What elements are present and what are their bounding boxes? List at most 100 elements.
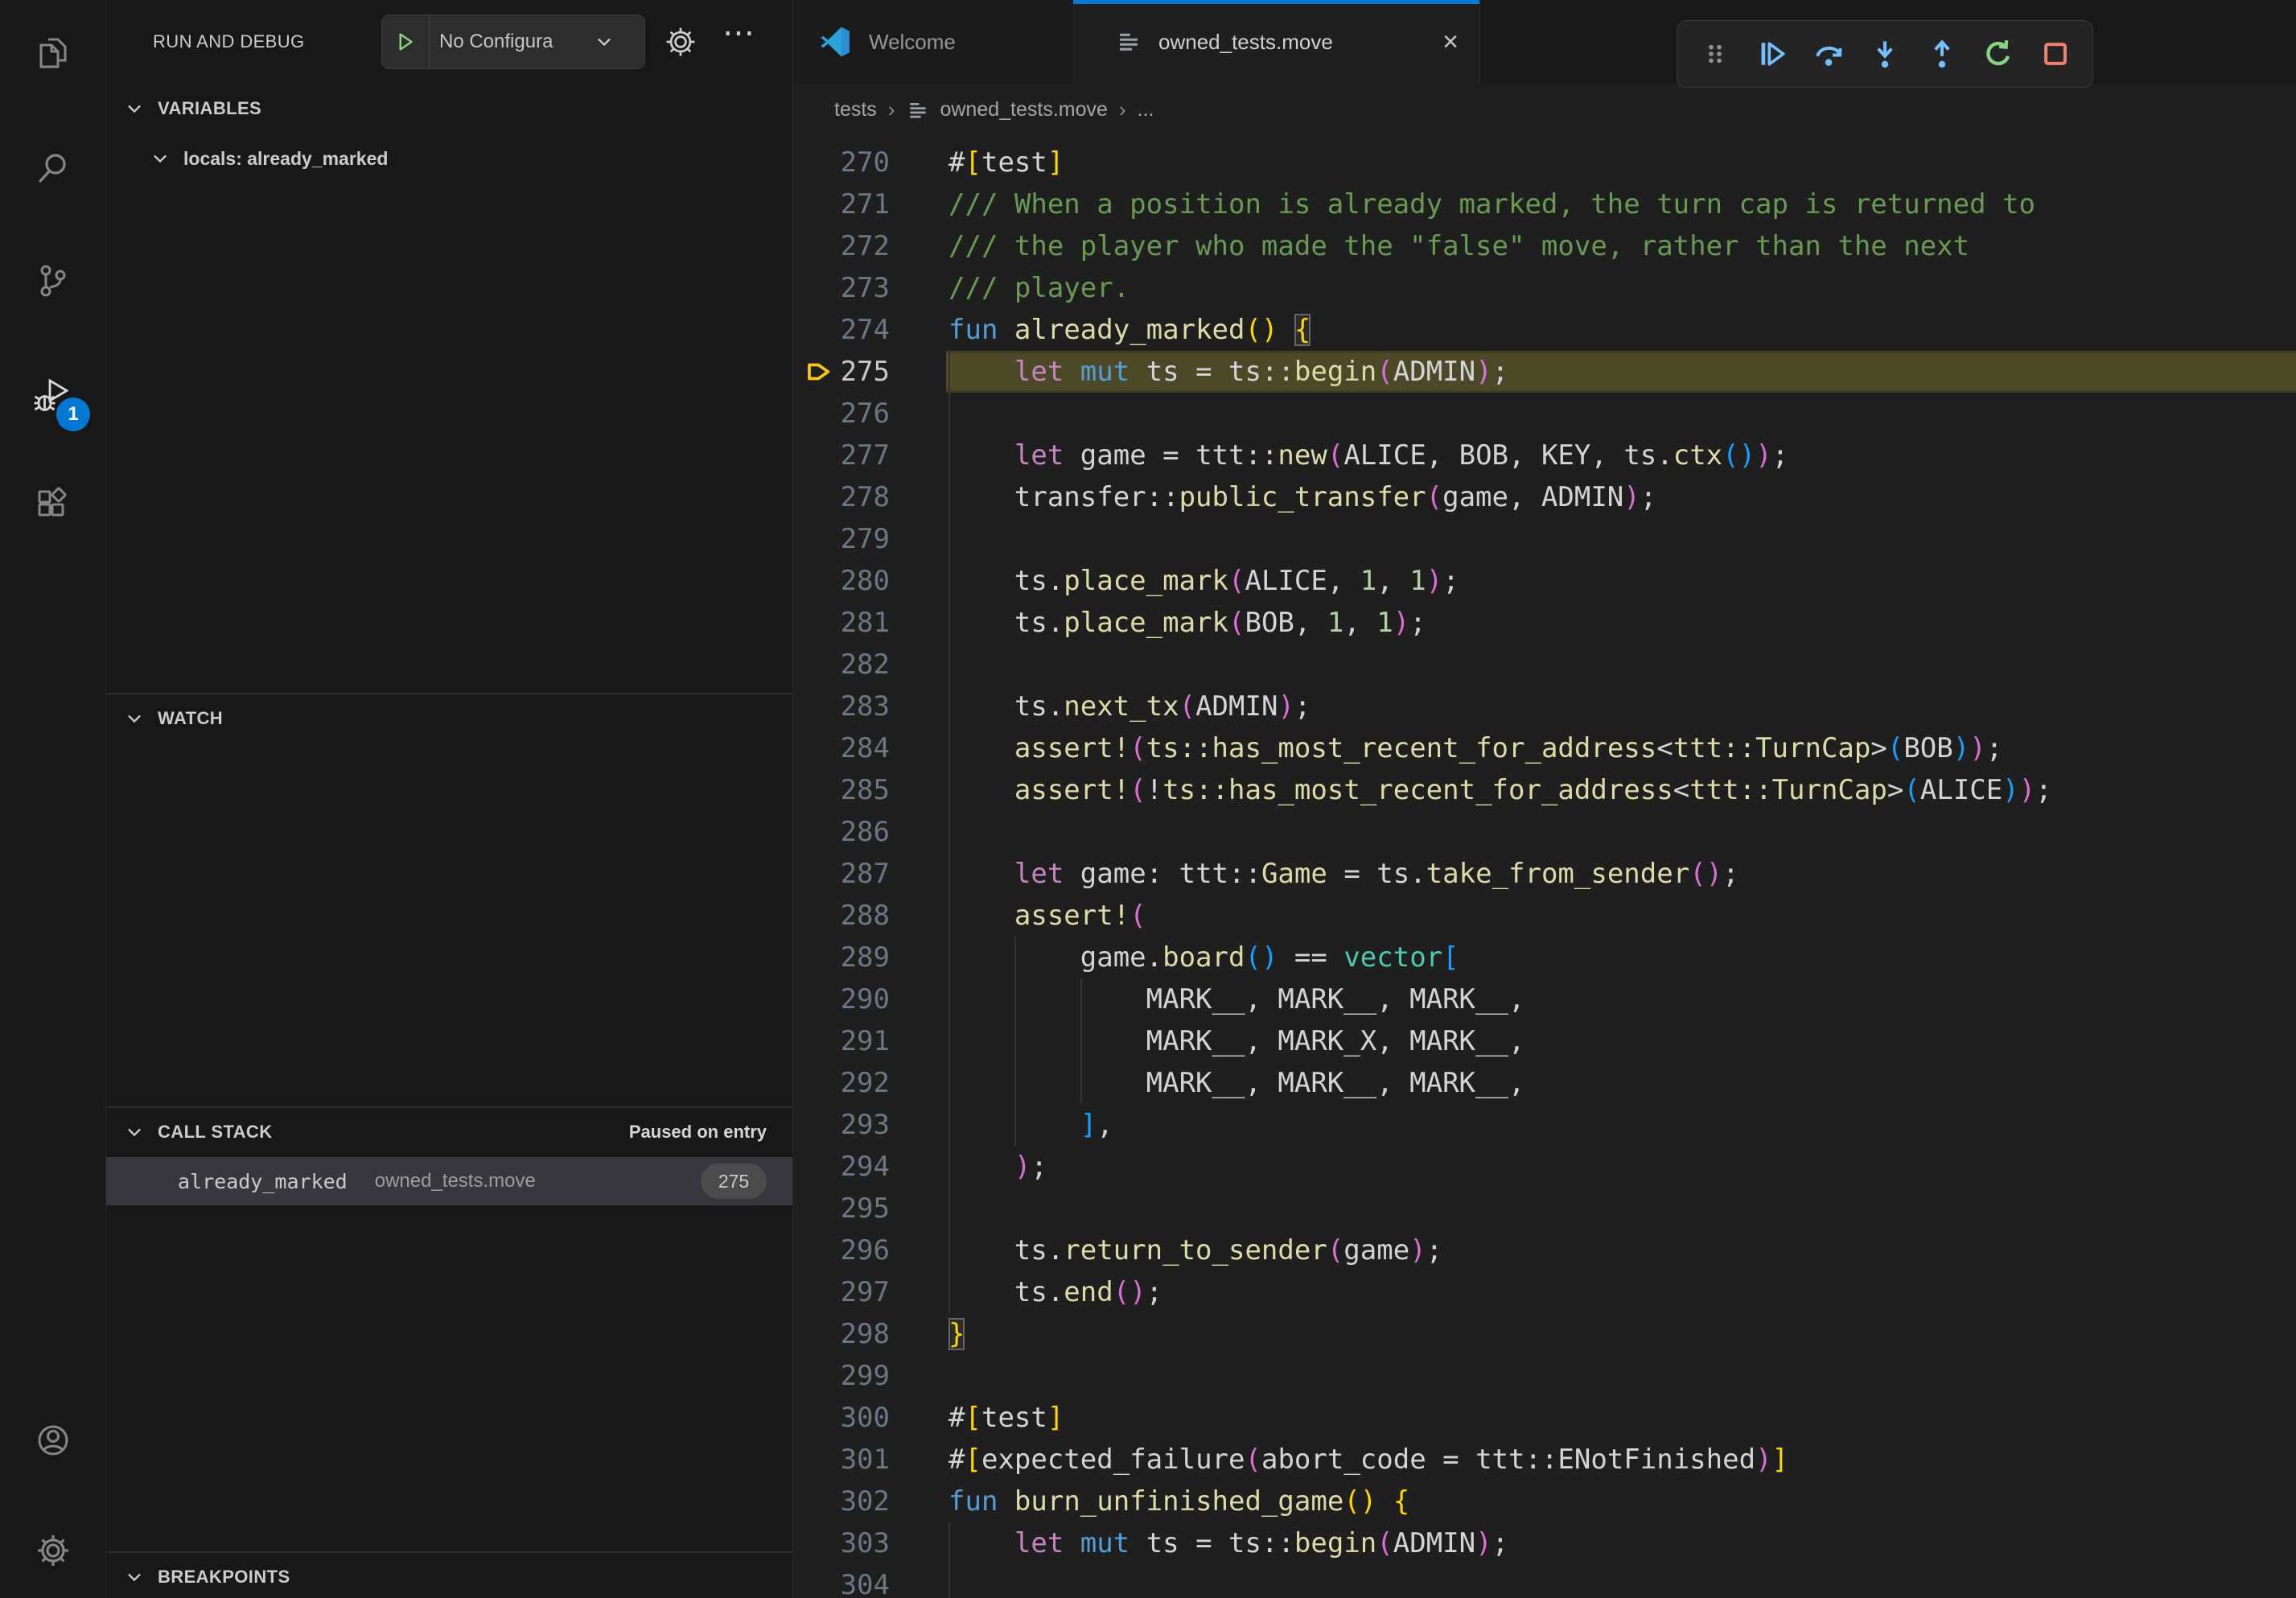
breadcrumb-item-file[interactable]: owned_tests.move	[940, 98, 1107, 121]
line-number[interactable]: 284	[793, 727, 890, 769]
code-line[interactable]: 294 );	[793, 1146, 2296, 1188]
code-line[interactable]: 270#[test]	[793, 142, 2296, 183]
tab-owned-tests-move[interactable]: owned_tests.move ×	[1073, 0, 1480, 84]
line-number[interactable]: 303	[793, 1522, 890, 1564]
line-number[interactable]: 275	[793, 351, 890, 393]
line-number[interactable]: 300	[793, 1397, 890, 1439]
code-line[interactable]: 276	[793, 393, 2296, 435]
line-number[interactable]: 287	[793, 853, 890, 895]
line-number[interactable]: 290	[793, 978, 890, 1020]
line-number[interactable]: 280	[793, 560, 890, 602]
code-line[interactable]: 302fun burn_unfinished_game() {	[793, 1481, 2296, 1522]
step-into-button[interactable]	[1866, 35, 1904, 73]
start-debug-button[interactable]	[382, 15, 430, 68]
tab-welcome[interactable]: Welcome	[793, 0, 1074, 84]
code-line[interactable]: 271/// When a position is already marked…	[793, 183, 2296, 225]
code-line[interactable]: 298}	[793, 1313, 2296, 1355]
sidebar-item-extensions[interactable]	[0, 466, 105, 543]
code-line[interactable]: 272/// the player who made the "false" m…	[793, 225, 2296, 267]
code-line[interactable]: 299	[793, 1355, 2296, 1397]
line-number[interactable]: 278	[793, 476, 890, 518]
code-line[interactable]: 273/// player.	[793, 267, 2296, 309]
step-over-button[interactable]	[1809, 35, 1848, 73]
code-line[interactable]: 280 ts.place_mark(ALICE, 1, 1);	[793, 560, 2296, 602]
line-number[interactable]: 302	[793, 1481, 890, 1522]
code-line[interactable]: 290 MARK__, MARK__, MARK__,	[793, 978, 2296, 1020]
code-line[interactable]: 300#[test]	[793, 1397, 2296, 1439]
code-editor[interactable]: 270#[test]271/// When a position is alre…	[793, 136, 2296, 1598]
account-button[interactable]	[0, 1402, 105, 1479]
line-number[interactable]: 272	[793, 225, 890, 267]
line-number[interactable]: 296	[793, 1229, 890, 1271]
step-out-button[interactable]	[1923, 35, 1961, 73]
code-line[interactable]: 285 assert!(!ts::has_most_recent_for_add…	[793, 769, 2296, 811]
code-line[interactable]: 281 ts.place_mark(BOB, 1, 1);	[793, 602, 2296, 644]
more-actions-icon[interactable]: ⋯	[722, 14, 755, 51]
line-number[interactable]: 294	[793, 1146, 890, 1188]
sidebar-item-explorer[interactable]	[0, 14, 105, 92]
line-number[interactable]: 274	[793, 309, 890, 351]
code-line[interactable]: 293 ],	[793, 1104, 2296, 1146]
code-line[interactable]: 291 MARK__, MARK_X, MARK__,	[793, 1020, 2296, 1062]
line-number[interactable]: 304	[793, 1564, 890, 1598]
code-line[interactable]: 282	[793, 644, 2296, 686]
code-line[interactable]: 279	[793, 518, 2296, 560]
code-line[interactable]: 288 assert!(	[793, 895, 2296, 937]
call-stack-frame[interactable]: already_marked owned_tests.move 275	[106, 1157, 792, 1205]
code-line[interactable]: 287 let game: ttt::Game = ts.take_from_s…	[793, 853, 2296, 895]
line-number[interactable]: 286	[793, 811, 890, 853]
section-header-variables[interactable]: VARIABLES	[106, 84, 792, 134]
chevron-down-icon[interactable]	[594, 31, 615, 52]
line-number[interactable]: 282	[793, 644, 890, 686]
line-number[interactable]: 288	[793, 895, 890, 937]
code-line[interactable]: 278 transfer::public_transfer(game, ADMI…	[793, 476, 2296, 518]
code-line[interactable]: 277 let game = ttt::new(ALICE, BOB, KEY,…	[793, 435, 2296, 476]
code-line[interactable]: 295	[793, 1188, 2296, 1229]
line-number[interactable]: 276	[793, 393, 890, 435]
stop-button[interactable]	[2036, 35, 2075, 73]
line-number[interactable]: 289	[793, 937, 890, 978]
configuration-dropdown[interactable]: No Configura	[430, 31, 592, 53]
code-line[interactable]: 292 MARK__, MARK__, MARK__,	[793, 1062, 2296, 1104]
line-number[interactable]: 292	[793, 1062, 890, 1104]
close-icon[interactable]: ×	[1442, 28, 1459, 56]
variables-scope-locals[interactable]: locals: already_marked	[106, 135, 792, 182]
debug-settings-gear[interactable]	[663, 24, 698, 60]
code-line[interactable]: 284 assert!(ts::has_most_recent_for_addr…	[793, 727, 2296, 769]
code-line[interactable]: 274fun already_marked() {	[793, 309, 2296, 351]
line-number[interactable]: 295	[793, 1188, 890, 1229]
line-number[interactable]: 271	[793, 183, 890, 225]
line-number[interactable]: 270	[793, 142, 890, 183]
line-number[interactable]: 277	[793, 435, 890, 476]
settings-button[interactable]	[0, 1512, 105, 1589]
line-number[interactable]: 297	[793, 1271, 890, 1313]
code-line[interactable]: 303 let mut ts = ts::begin(ADMIN);	[793, 1522, 2296, 1564]
sidebar-item-search[interactable]	[0, 130, 105, 207]
code-line[interactable]: 296 ts.return_to_sender(game);	[793, 1229, 2296, 1271]
line-number[interactable]: 281	[793, 602, 890, 644]
code-line[interactable]: 304	[793, 1564, 2296, 1598]
line-number[interactable]: 293	[793, 1104, 890, 1146]
line-number[interactable]: 283	[793, 686, 890, 727]
line-number[interactable]: 299	[793, 1355, 890, 1397]
code-line[interactable]: 301#[expected_failure(abort_code = ttt::…	[793, 1439, 2296, 1481]
code-line[interactable]: 283 ts.next_tx(ADMIN);	[793, 686, 2296, 727]
code-line[interactable]: 275 let mut ts = ts::begin(ADMIN);	[793, 351, 2296, 393]
drag-handle-icon[interactable]	[1696, 35, 1734, 73]
restart-button[interactable]	[1979, 35, 2018, 73]
line-number[interactable]: 291	[793, 1020, 890, 1062]
line-number[interactable]: 279	[793, 518, 890, 560]
code-line[interactable]: 297 ts.end();	[793, 1271, 2296, 1313]
breadcrumb-item-tests[interactable]: tests	[834, 98, 877, 121]
line-number[interactable]: 301	[793, 1439, 890, 1481]
sidebar-item-run-and-debug[interactable]	[0, 356, 105, 433]
section-header-watch[interactable]: WATCH	[106, 694, 792, 743]
section-header-breakpoints[interactable]: BREAKPOINTS	[106, 1552, 792, 1598]
line-number[interactable]: 285	[793, 769, 890, 811]
code-line[interactable]: 286	[793, 811, 2296, 853]
sidebar-item-source-control[interactable]	[0, 242, 105, 319]
code-line[interactable]: 289 game.board() == vector[	[793, 937, 2296, 978]
breadcrumb-item-symbol[interactable]: ...	[1138, 98, 1154, 121]
line-number[interactable]: 298	[793, 1313, 890, 1355]
continue-button[interactable]	[1752, 35, 1791, 73]
